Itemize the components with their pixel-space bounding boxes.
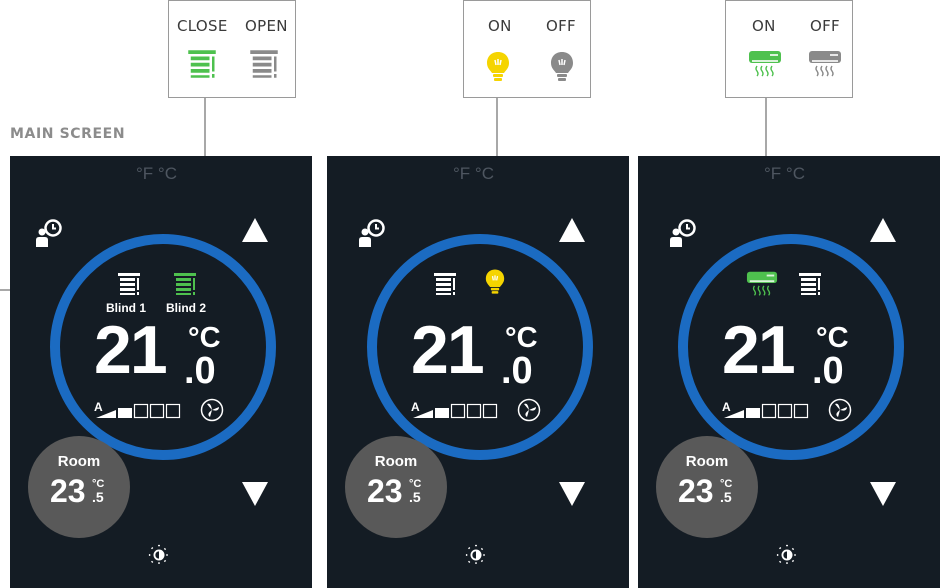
setpoint-decimal: .0 <box>812 350 844 392</box>
setpoint-decimal: .0 <box>184 350 216 392</box>
room-temp-badge: Room 23 °C .5 <box>656 436 758 538</box>
setpoint-decimal: .0 <box>501 350 533 392</box>
increase-arrow-button[interactable] <box>870 218 896 242</box>
brightness-icon[interactable] <box>148 544 170 566</box>
thermostat-panel-blinds: °F °C Blind 1 Blind 2 21 °C .0 A Room 23… <box>10 156 312 588</box>
room-label: Room <box>374 453 418 470</box>
fan-icon[interactable] <box>200 398 224 422</box>
fan-icon[interactable] <box>517 398 541 422</box>
room-label: Room <box>57 453 101 470</box>
light-icon[interactable] <box>485 268 505 296</box>
room-temp-integer: 23 <box>50 473 86 509</box>
schedule-icon[interactable] <box>34 218 64 248</box>
setpoint-integer: 21 <box>722 312 796 388</box>
room-temp-integer: 23 <box>367 473 403 509</box>
room-temp-integer: 23 <box>678 473 714 509</box>
room-temp-decimal: .5 <box>720 489 732 505</box>
section-title: MAIN SCREEN <box>10 126 126 142</box>
blind-icon[interactable] <box>798 272 822 296</box>
unit-toggle[interactable]: °F °C <box>136 164 177 184</box>
fan-speed-bars[interactable] <box>94 402 198 420</box>
blind-icon[interactable] <box>433 272 457 296</box>
setpoint-integer: 21 <box>411 312 485 388</box>
unit-toggle[interactable]: °F °C <box>453 164 494 184</box>
decrease-arrow-button[interactable] <box>242 482 268 506</box>
brightness-icon[interactable] <box>776 544 798 566</box>
blind-2-icon[interactable] <box>173 272 197 296</box>
blind-1-icon[interactable] <box>117 272 141 296</box>
schedule-icon[interactable] <box>357 218 387 248</box>
thermostat-panel-light: °F °C 21 °C .0 A Room 23 °C .5 <box>327 156 629 588</box>
fan-speed-bars[interactable] <box>722 402 826 420</box>
room-temp-badge: Room 23 °C .5 <box>345 436 447 538</box>
unit-toggle[interactable]: °F °C <box>764 164 805 184</box>
fan-icon[interactable] <box>828 398 852 422</box>
ac-icon[interactable] <box>746 270 778 298</box>
schedule-icon[interactable] <box>668 218 698 248</box>
setpoint-integer: 21 <box>94 312 168 388</box>
thermostat-panel-ac: °F °C 21 °C .0 A Room 23 °C .5 <box>638 156 940 588</box>
fan-speed-bars[interactable] <box>411 402 515 420</box>
brightness-icon[interactable] <box>465 544 487 566</box>
room-label: Room <box>685 453 729 470</box>
blind-2-label: Blind 2 <box>166 301 207 315</box>
room-temp-decimal: .5 <box>409 489 421 505</box>
decrease-arrow-button[interactable] <box>559 482 585 506</box>
increase-arrow-button[interactable] <box>559 218 585 242</box>
room-temp-decimal: .5 <box>92 489 104 505</box>
room-temp-badge: Room 23 °C .5 <box>28 436 130 538</box>
increase-arrow-button[interactable] <box>242 218 268 242</box>
decrease-arrow-button[interactable] <box>870 482 896 506</box>
